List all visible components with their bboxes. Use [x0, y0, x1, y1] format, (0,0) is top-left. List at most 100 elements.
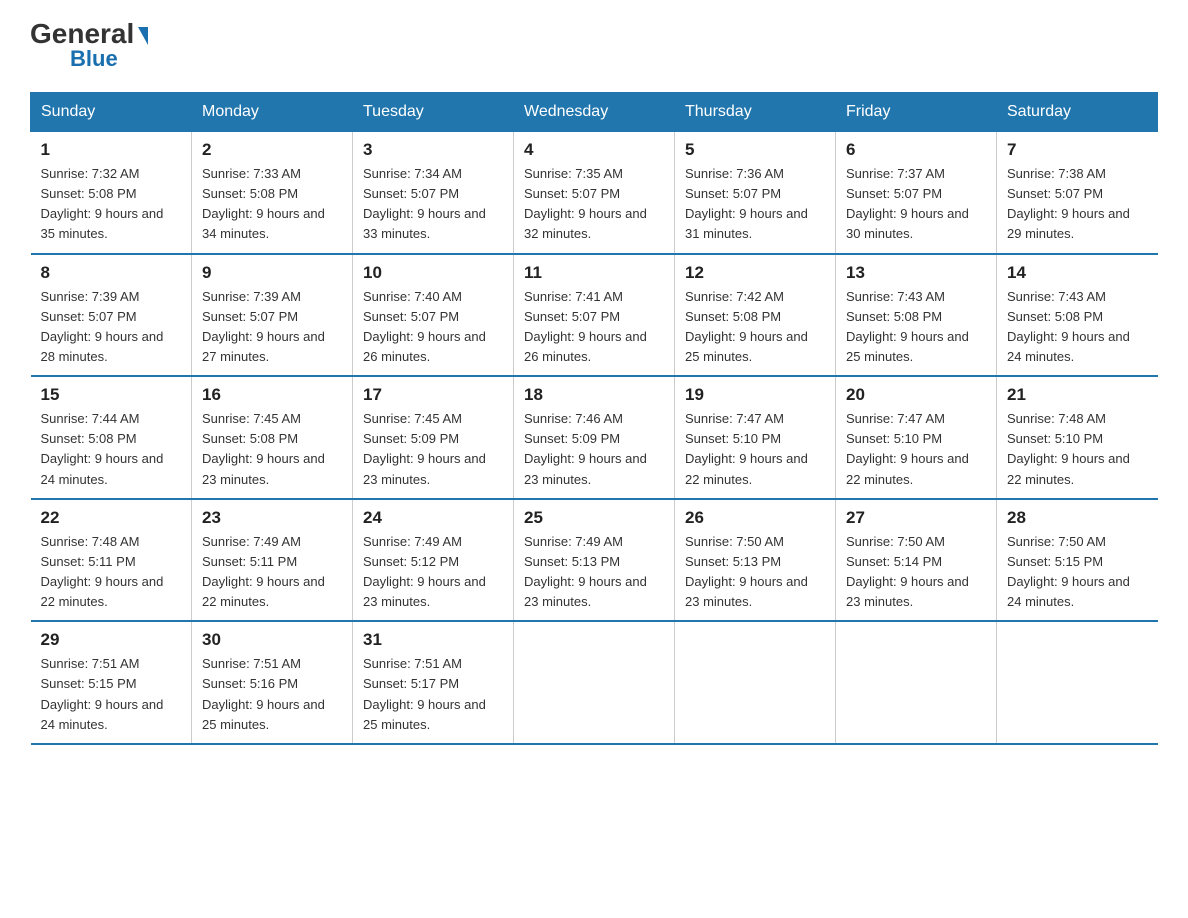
day-cell-33 — [675, 621, 836, 744]
day-number: 22 — [41, 508, 182, 528]
day-cell-22: 22 Sunrise: 7:48 AM Sunset: 5:11 PM Dayl… — [31, 499, 192, 622]
day-cell-23: 23 Sunrise: 7:49 AM Sunset: 5:11 PM Dayl… — [192, 499, 353, 622]
day-cell-11: 11 Sunrise: 7:41 AM Sunset: 5:07 PM Dayl… — [514, 254, 675, 377]
day-cell-6: 6 Sunrise: 7:37 AM Sunset: 5:07 PM Dayli… — [836, 132, 997, 254]
day-number: 16 — [202, 385, 342, 405]
day-number: 26 — [685, 508, 825, 528]
day-info: Sunrise: 7:41 AM Sunset: 5:07 PM Dayligh… — [524, 287, 664, 368]
day-info: Sunrise: 7:49 AM Sunset: 5:12 PM Dayligh… — [363, 532, 503, 613]
day-number: 7 — [1007, 140, 1148, 160]
day-cell-15: 15 Sunrise: 7:44 AM Sunset: 5:08 PM Dayl… — [31, 376, 192, 499]
day-number: 29 — [41, 630, 182, 650]
day-info: Sunrise: 7:48 AM Sunset: 5:11 PM Dayligh… — [41, 532, 182, 613]
header-friday: Friday — [836, 93, 997, 132]
day-cell-26: 26 Sunrise: 7:50 AM Sunset: 5:13 PM Dayl… — [675, 499, 836, 622]
day-number: 5 — [685, 140, 825, 160]
page-header: General Blue — [30, 20, 1158, 72]
day-cell-28: 28 Sunrise: 7:50 AM Sunset: 5:15 PM Dayl… — [997, 499, 1158, 622]
day-number: 12 — [685, 263, 825, 283]
week-row-5: 29 Sunrise: 7:51 AM Sunset: 5:15 PM Dayl… — [31, 621, 1158, 744]
day-number: 9 — [202, 263, 342, 283]
day-number: 20 — [846, 385, 986, 405]
day-number: 28 — [1007, 508, 1148, 528]
day-info: Sunrise: 7:40 AM Sunset: 5:07 PM Dayligh… — [363, 287, 503, 368]
day-cell-30: 30 Sunrise: 7:51 AM Sunset: 5:16 PM Dayl… — [192, 621, 353, 744]
day-number: 24 — [363, 508, 503, 528]
day-cell-2: 2 Sunrise: 7:33 AM Sunset: 5:08 PM Dayli… — [192, 132, 353, 254]
week-row-3: 15 Sunrise: 7:44 AM Sunset: 5:08 PM Dayl… — [31, 376, 1158, 499]
day-info: Sunrise: 7:45 AM Sunset: 5:08 PM Dayligh… — [202, 409, 342, 490]
day-number: 8 — [41, 263, 182, 283]
day-cell-1: 1 Sunrise: 7:32 AM Sunset: 5:08 PM Dayli… — [31, 132, 192, 254]
day-info: Sunrise: 7:50 AM Sunset: 5:14 PM Dayligh… — [846, 532, 986, 613]
day-info: Sunrise: 7:42 AM Sunset: 5:08 PM Dayligh… — [685, 287, 825, 368]
week-row-2: 8 Sunrise: 7:39 AM Sunset: 5:07 PM Dayli… — [31, 254, 1158, 377]
day-info: Sunrise: 7:39 AM Sunset: 5:07 PM Dayligh… — [41, 287, 182, 368]
day-info: Sunrise: 7:51 AM Sunset: 5:16 PM Dayligh… — [202, 654, 342, 735]
day-number: 3 — [363, 140, 503, 160]
day-number: 21 — [1007, 385, 1148, 405]
calendar-table: SundayMondayTuesdayWednesdayThursdayFrid… — [30, 92, 1158, 745]
day-cell-35 — [997, 621, 1158, 744]
day-info: Sunrise: 7:37 AM Sunset: 5:07 PM Dayligh… — [846, 164, 986, 245]
day-info: Sunrise: 7:50 AM Sunset: 5:13 PM Dayligh… — [685, 532, 825, 613]
day-number: 19 — [685, 385, 825, 405]
day-info: Sunrise: 7:35 AM Sunset: 5:07 PM Dayligh… — [524, 164, 664, 245]
day-info: Sunrise: 7:33 AM Sunset: 5:08 PM Dayligh… — [202, 164, 342, 245]
day-cell-21: 21 Sunrise: 7:48 AM Sunset: 5:10 PM Dayl… — [997, 376, 1158, 499]
calendar-header-row: SundayMondayTuesdayWednesdayThursdayFrid… — [31, 93, 1158, 132]
logo: General Blue — [30, 20, 148, 72]
day-info: Sunrise: 7:43 AM Sunset: 5:08 PM Dayligh… — [1007, 287, 1148, 368]
day-number: 25 — [524, 508, 664, 528]
day-info: Sunrise: 7:36 AM Sunset: 5:07 PM Dayligh… — [685, 164, 825, 245]
day-info: Sunrise: 7:50 AM Sunset: 5:15 PM Dayligh… — [1007, 532, 1148, 613]
day-info: Sunrise: 7:48 AM Sunset: 5:10 PM Dayligh… — [1007, 409, 1148, 490]
day-number: 1 — [41, 140, 182, 160]
day-number: 18 — [524, 385, 664, 405]
day-cell-5: 5 Sunrise: 7:36 AM Sunset: 5:07 PM Dayli… — [675, 132, 836, 254]
day-number: 10 — [363, 263, 503, 283]
day-number: 6 — [846, 140, 986, 160]
day-number: 15 — [41, 385, 182, 405]
day-info: Sunrise: 7:49 AM Sunset: 5:11 PM Dayligh… — [202, 532, 342, 613]
day-info: Sunrise: 7:44 AM Sunset: 5:08 PM Dayligh… — [41, 409, 182, 490]
day-number: 14 — [1007, 263, 1148, 283]
week-row-4: 22 Sunrise: 7:48 AM Sunset: 5:11 PM Dayl… — [31, 499, 1158, 622]
day-number: 17 — [363, 385, 503, 405]
day-cell-29: 29 Sunrise: 7:51 AM Sunset: 5:15 PM Dayl… — [31, 621, 192, 744]
day-cell-20: 20 Sunrise: 7:47 AM Sunset: 5:10 PM Dayl… — [836, 376, 997, 499]
day-info: Sunrise: 7:43 AM Sunset: 5:08 PM Dayligh… — [846, 287, 986, 368]
day-number: 13 — [846, 263, 986, 283]
day-number: 11 — [524, 263, 664, 283]
day-info: Sunrise: 7:46 AM Sunset: 5:09 PM Dayligh… — [524, 409, 664, 490]
day-cell-8: 8 Sunrise: 7:39 AM Sunset: 5:07 PM Dayli… — [31, 254, 192, 377]
day-info: Sunrise: 7:49 AM Sunset: 5:13 PM Dayligh… — [524, 532, 664, 613]
header-saturday: Saturday — [997, 93, 1158, 132]
day-info: Sunrise: 7:39 AM Sunset: 5:07 PM Dayligh… — [202, 287, 342, 368]
day-cell-34 — [836, 621, 997, 744]
day-cell-31: 31 Sunrise: 7:51 AM Sunset: 5:17 PM Dayl… — [353, 621, 514, 744]
day-info: Sunrise: 7:38 AM Sunset: 5:07 PM Dayligh… — [1007, 164, 1148, 245]
logo-text-general: General — [30, 20, 148, 48]
day-info: Sunrise: 7:47 AM Sunset: 5:10 PM Dayligh… — [685, 409, 825, 490]
header-sunday: Sunday — [31, 93, 192, 132]
day-info: Sunrise: 7:51 AM Sunset: 5:17 PM Dayligh… — [363, 654, 503, 735]
day-cell-7: 7 Sunrise: 7:38 AM Sunset: 5:07 PM Dayli… — [997, 132, 1158, 254]
day-cell-32 — [514, 621, 675, 744]
logo-triangle-icon — [138, 27, 148, 45]
header-thursday: Thursday — [675, 93, 836, 132]
day-cell-10: 10 Sunrise: 7:40 AM Sunset: 5:07 PM Dayl… — [353, 254, 514, 377]
day-cell-27: 27 Sunrise: 7:50 AM Sunset: 5:14 PM Dayl… — [836, 499, 997, 622]
day-cell-12: 12 Sunrise: 7:42 AM Sunset: 5:08 PM Dayl… — [675, 254, 836, 377]
day-number: 4 — [524, 140, 664, 160]
day-cell-17: 17 Sunrise: 7:45 AM Sunset: 5:09 PM Dayl… — [353, 376, 514, 499]
day-info: Sunrise: 7:45 AM Sunset: 5:09 PM Dayligh… — [363, 409, 503, 490]
day-number: 30 — [202, 630, 342, 650]
day-cell-3: 3 Sunrise: 7:34 AM Sunset: 5:07 PM Dayli… — [353, 132, 514, 254]
header-wednesday: Wednesday — [514, 93, 675, 132]
day-number: 23 — [202, 508, 342, 528]
day-cell-19: 19 Sunrise: 7:47 AM Sunset: 5:10 PM Dayl… — [675, 376, 836, 499]
week-row-1: 1 Sunrise: 7:32 AM Sunset: 5:08 PM Dayli… — [31, 132, 1158, 254]
logo-text-blue: Blue — [70, 46, 118, 72]
day-number: 27 — [846, 508, 986, 528]
